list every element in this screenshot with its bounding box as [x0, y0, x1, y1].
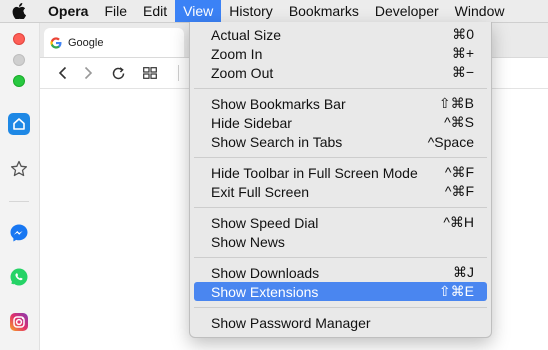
menu-item-shortcut: ^⌘H	[443, 214, 474, 230]
menu-item-label: Show Extensions	[211, 283, 319, 300]
menu-separator	[194, 257, 487, 258]
menu-item-shortcut: ⌘J	[453, 264, 474, 280]
menu-item-show-bookmarks-bar[interactable]: Show Bookmarks Bar ⇧⌘B	[194, 94, 487, 113]
menu-item-shortcut: ^Space	[427, 133, 474, 150]
menu-item-shortcut: ⇧⌘B	[438, 95, 474, 111]
menu-bookmarks[interactable]: Bookmarks	[281, 0, 367, 22]
menu-item-actual-size[interactable]: Actual Size ⌘0	[194, 25, 487, 44]
menu-separator	[194, 157, 487, 158]
menu-item-label: Actual Size	[211, 26, 282, 43]
menu-item-show-news[interactable]: Show News	[194, 232, 487, 251]
menu-item-label: Hide Toolbar in Full Screen Mode	[211, 164, 418, 181]
menu-edit[interactable]: Edit	[135, 0, 175, 22]
home-icon[interactable]	[8, 113, 30, 135]
menu-item-shortcut: ⌘+	[451, 45, 474, 61]
menu-bar: Opera File Edit View History Bookmarks D…	[0, 0, 548, 23]
menu-item-show-speed-dial[interactable]: Show Speed Dial ^⌘H	[194, 213, 487, 232]
forward-arrow-icon[interactable]	[80, 65, 96, 81]
instagram-icon[interactable]	[8, 311, 30, 333]
menu-item-zoom-in[interactable]: Zoom In ⌘+	[194, 44, 487, 63]
menu-item-hide-toolbar-full-screen[interactable]: Hide Toolbar in Full Screen Mode ^⌘F	[194, 163, 487, 182]
menu-item-label: Show Password Manager	[211, 314, 371, 331]
menu-opera[interactable]: Opera	[40, 0, 96, 22]
whatsapp-icon[interactable]	[8, 266, 30, 288]
messenger-icon[interactable]	[8, 222, 30, 244]
reload-icon[interactable]	[110, 65, 126, 81]
menu-item-label: Show News	[211, 233, 285, 250]
menu-developer[interactable]: Developer	[367, 0, 447, 22]
menu-item-shortcut: ^⌘F	[444, 183, 474, 199]
tabs-grid-icon[interactable]	[142, 65, 158, 81]
menu-item-shortcut: ^⌘F	[444, 164, 474, 180]
menu-history[interactable]: History	[221, 0, 281, 22]
opera-sidebar	[0, 23, 40, 350]
menu-item-exit-full-screen[interactable]: Exit Full Screen ^⌘F	[194, 182, 487, 201]
menu-separator	[194, 307, 487, 308]
menu-item-hide-sidebar[interactable]: Hide Sidebar ^⌘S	[194, 113, 487, 132]
menu-item-shortcut: ⇧⌘E	[438, 283, 474, 299]
menu-item-label: Show Search in Tabs	[211, 133, 343, 150]
menu-view[interactable]: View	[175, 0, 222, 22]
menu-item-label: Show Speed Dial	[211, 214, 319, 231]
menu-item-label: Exit Full Screen	[211, 183, 310, 200]
menu-item-show-downloads[interactable]: Show Downloads ⌘J	[194, 263, 487, 282]
menu-item-zoom-out[interactable]: Zoom Out ⌘−	[194, 63, 487, 82]
menu-item-label: Show Bookmarks Bar	[211, 95, 346, 112]
menu-separator	[194, 88, 487, 89]
menu-item-label: Show Downloads	[211, 264, 320, 281]
menu-item-label: Zoom In	[211, 45, 263, 62]
menu-item-shortcut: ^⌘S	[444, 114, 474, 130]
fullscreen-window-button[interactable]	[13, 75, 25, 87]
back-arrow-icon[interactable]	[55, 65, 71, 81]
minimize-window-button[interactable]	[13, 54, 25, 66]
tab-google[interactable]: Google	[44, 28, 184, 57]
menu-separator	[194, 207, 487, 208]
google-favicon-icon	[50, 36, 62, 49]
apple-logo-icon[interactable]	[12, 2, 30, 20]
bookmarks-star-icon[interactable]	[8, 158, 30, 180]
tab-title: Google	[68, 36, 104, 49]
sidebar-divider	[9, 201, 29, 202]
view-menu-dropdown: Actual Size ⌘0 Zoom In ⌘+ Zoom Out ⌘− Sh…	[189, 22, 492, 338]
menu-window[interactable]: Window	[447, 0, 513, 22]
menu-item-shortcut: ⌘0	[452, 26, 474, 42]
menu-item-show-password-manager[interactable]: Show Password Manager	[194, 313, 487, 332]
menu-item-label: Zoom Out	[211, 64, 274, 81]
menu-item-show-extensions[interactable]: Show Extensions ⇧⌘E	[194, 282, 487, 301]
menu-item-label: Hide Sidebar	[211, 114, 292, 131]
toolbar-divider	[178, 65, 179, 81]
menu-file[interactable]: File	[96, 0, 135, 22]
close-window-button[interactable]	[13, 33, 25, 45]
menu-item-shortcut: ⌘−	[451, 64, 474, 80]
menu-item-show-search-in-tabs[interactable]: Show Search in Tabs ^Space	[194, 132, 487, 151]
